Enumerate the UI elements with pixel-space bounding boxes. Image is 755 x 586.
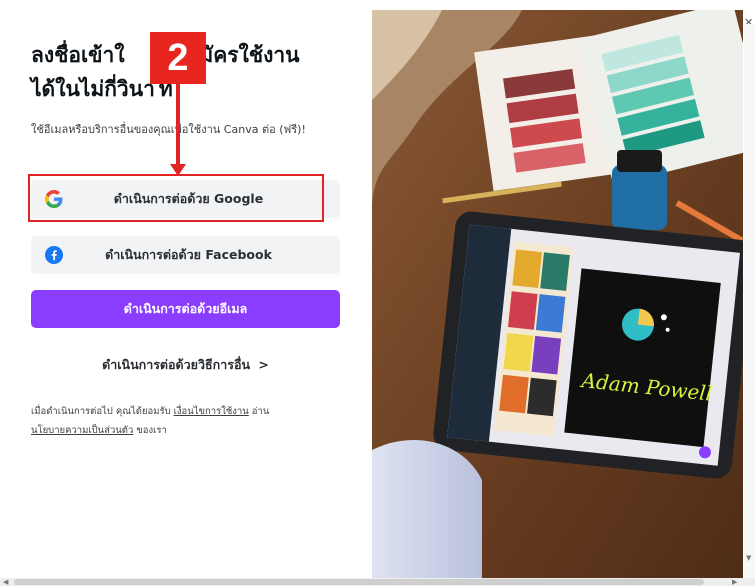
login-panel: ลงชื่อเข้าใ สมัครใช้งาน ได้ในไม่กี่วินา ที… (0, 0, 372, 580)
other-methods-label: ดำเนินการต่อด้วยวิธีการอื่น (102, 357, 251, 372)
terms-notice: เมื่อดำเนินการต่อไป คุณได้ยอมรับ เงื่อนไ… (31, 402, 331, 440)
terms-mid: อ่าน (248, 406, 270, 417)
continue-google-button[interactable]: ดำเนินการต่อด้วย Google (31, 180, 340, 218)
google-g-icon (43, 188, 65, 210)
scroll-down-icon[interactable]: ▼ (746, 554, 751, 562)
step-number-badge: 2 (150, 32, 206, 84)
privacy-policy-link[interactable]: นโยบายความเป็นส่วนตัว (31, 425, 133, 436)
scroll-left-icon[interactable]: ◀ (3, 578, 8, 586)
terms-suffix: ของเรา (133, 425, 167, 436)
hero-photo: Adam Powell (372, 10, 743, 580)
vertical-scrollbar[interactable]: ▼ (744, 24, 755, 580)
facebook-f-icon (43, 244, 65, 266)
continue-facebook-label: ดำเนินการต่อด้วย Facebook (105, 247, 272, 262)
other-methods-link[interactable]: ดำเนินการต่อด้วยวิธีการอื่น > (31, 355, 340, 375)
horizontal-scrollbar[interactable]: ◀ ▶ (0, 578, 755, 586)
annotation-arrow-head (170, 164, 186, 176)
continue-email-label: ดำเนินการต่อด้วยอีเมล (123, 301, 248, 316)
continue-email-button[interactable]: ดำเนินการต่อด้วยอีเมล (31, 290, 340, 328)
scroll-right-icon[interactable]: ▶ (732, 578, 737, 586)
horizontal-scroll-thumb[interactable] (14, 579, 704, 585)
chevron-right-icon: > (258, 357, 269, 372)
continue-google-label: ดำเนินการต่อด้วย Google (113, 191, 264, 206)
continue-facebook-button[interactable]: ดำเนินการต่อด้วย Facebook (31, 236, 340, 274)
terms-prefix: เมื่อดำเนินการต่อไป คุณได้ยอมรับ (31, 406, 174, 417)
subtitle: ใช้อีเมลหรือบริการอื่นของคุณเพื่อใช้งาน … (31, 123, 306, 136)
login-dialog: ลงชื่อเข้าใ สมัครใช้งาน ได้ในไม่กี่วินา ที… (0, 0, 755, 586)
terms-of-use-link[interactable]: เงื่อนไขการใช้งาน (174, 406, 249, 417)
annotation-arrow (176, 78, 180, 168)
